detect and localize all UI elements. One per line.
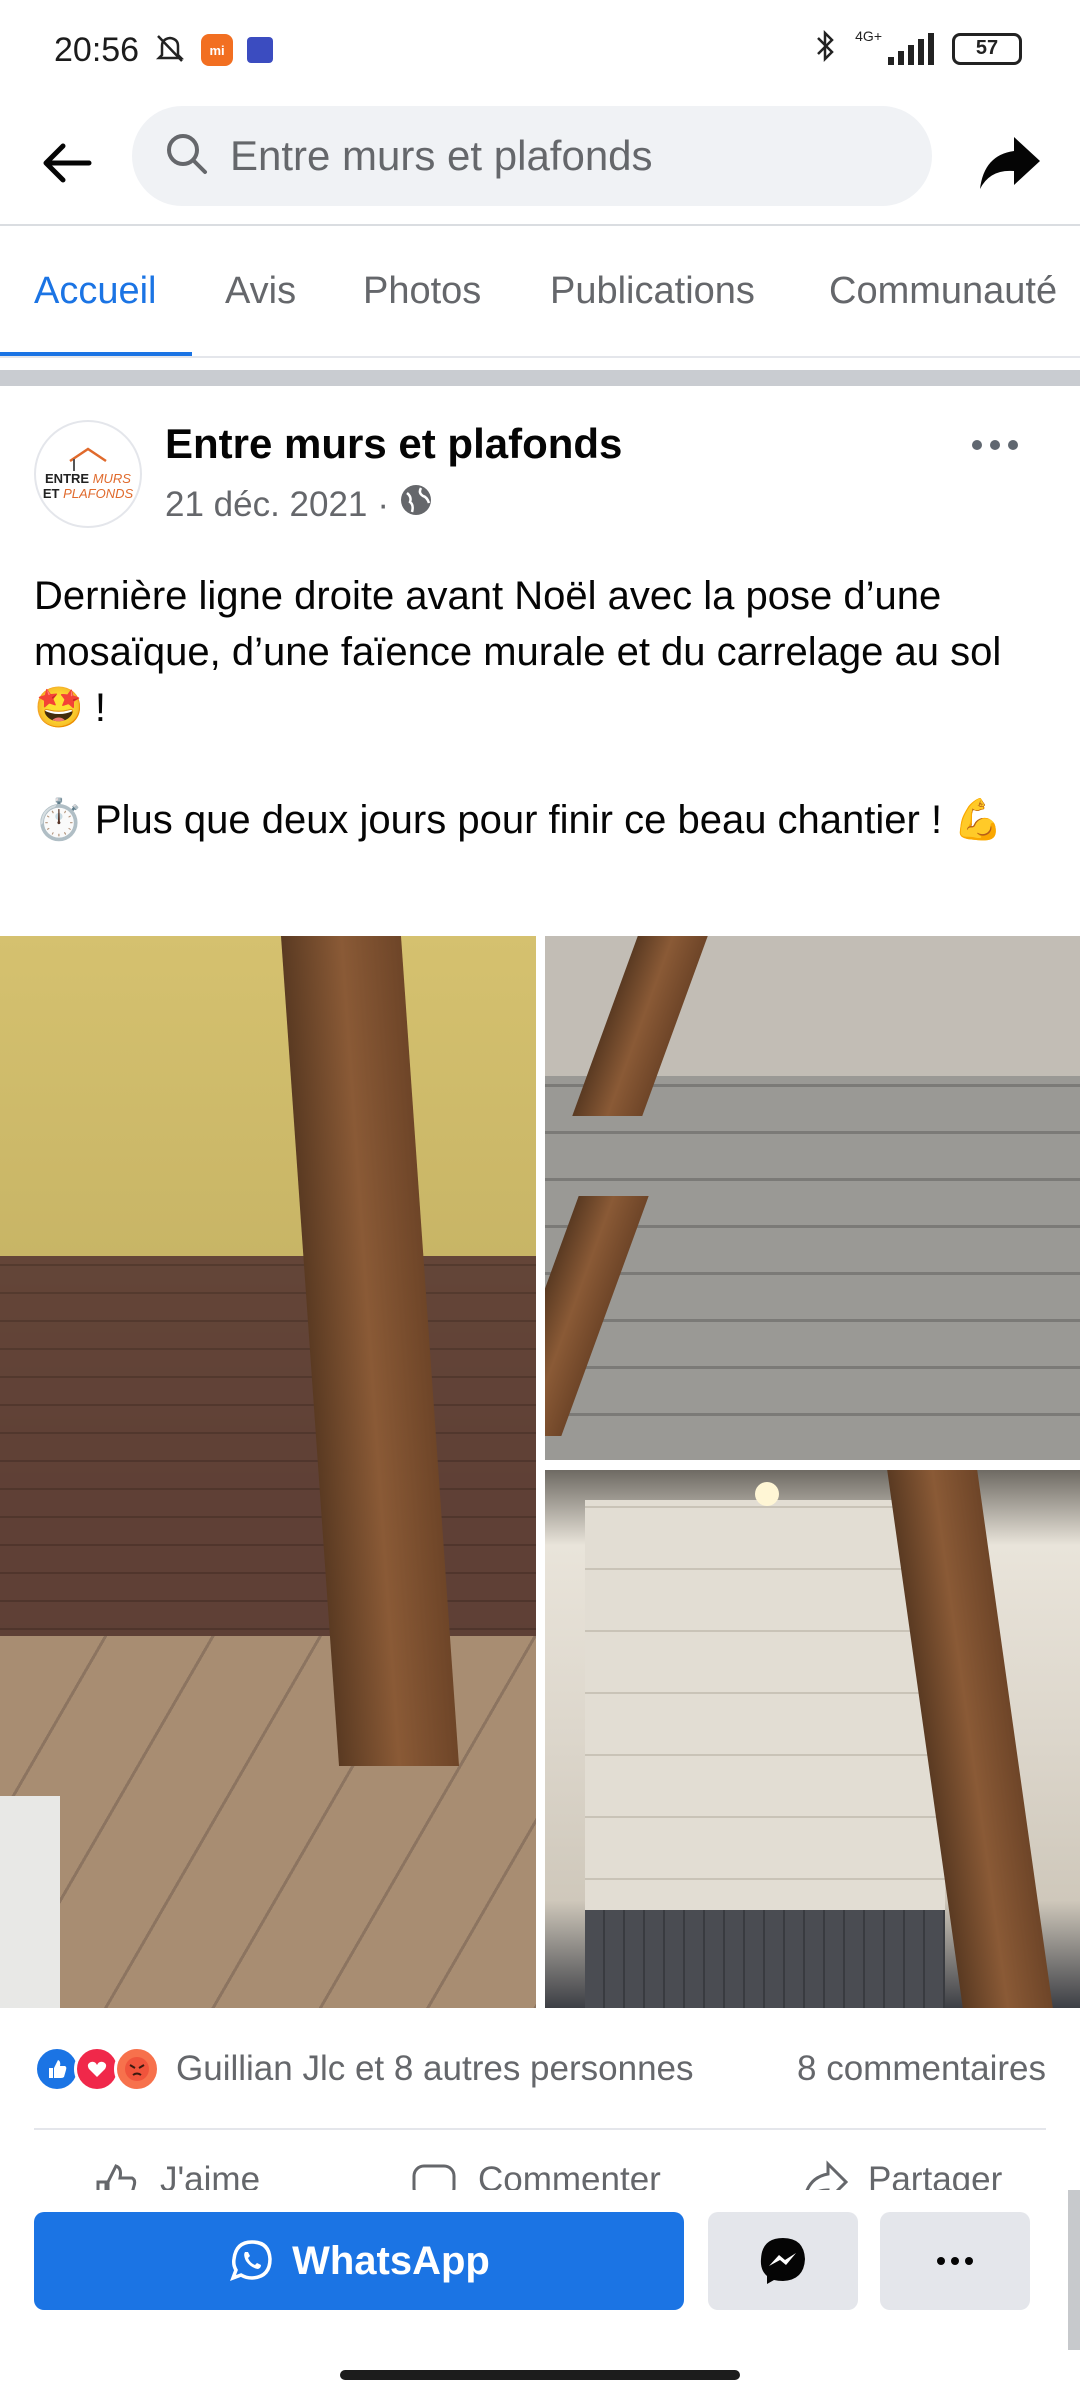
post-date[interactable]: 21 déc. 2021 bbox=[165, 485, 367, 525]
back-arrow-icon bbox=[43, 143, 92, 183]
share-icon bbox=[805, 2160, 848, 2190]
tab-accueil[interactable]: Accueil bbox=[34, 270, 157, 313]
reactions-summary[interactable]: Guillian Jlc et 8 autres personnes bbox=[34, 2042, 694, 2096]
messenger-button[interactable] bbox=[708, 2212, 858, 2310]
dot bbox=[972, 440, 982, 450]
house-logo-icon bbox=[69, 447, 107, 471]
avatar-logo-line2: ET PLAFONDS bbox=[42, 486, 134, 501]
like-icon bbox=[96, 2164, 137, 2190]
wood-tile-floor bbox=[0, 1636, 536, 2008]
angry-reaction-icon bbox=[114, 2046, 160, 2092]
home-indicator[interactable] bbox=[340, 2370, 740, 2380]
tab-photos[interactable]: Photos bbox=[363, 270, 481, 313]
search-text: Entre murs et plafonds bbox=[230, 132, 653, 179]
dot bbox=[937, 2257, 945, 2265]
mute-icon bbox=[153, 31, 187, 70]
post-paragraph-1: Dernière ligne droite avant Noël avec la… bbox=[34, 574, 1002, 730]
status-left-icons: mi bbox=[153, 31, 274, 70]
globe-icon bbox=[399, 483, 433, 526]
post-photo-shower-mosaic[interactable] bbox=[0, 936, 536, 2008]
dot bbox=[951, 2257, 959, 2265]
status-right: 4G+ 57 bbox=[815, 28, 1022, 69]
whatsapp-label: WhatsApp bbox=[292, 2238, 490, 2283]
like-button[interactable]: J'aime bbox=[92, 2160, 260, 2190]
back-button[interactable] bbox=[30, 126, 104, 200]
comments-count[interactable]: 8 commentaires bbox=[797, 2049, 1046, 2089]
tabs-divider bbox=[0, 356, 1080, 358]
avatar-logo-line1: ENTRE MURS bbox=[45, 471, 131, 486]
post-actions: J'aime Commenter Partager bbox=[0, 2150, 1080, 2190]
share-button[interactable]: Partager bbox=[800, 2160, 1002, 2190]
tab-publications[interactable]: Publications bbox=[550, 270, 755, 313]
whatsapp-icon bbox=[230, 2240, 272, 2281]
more-actions-button[interactable] bbox=[880, 2212, 1030, 2310]
post-photo-wall-faience[interactable] bbox=[545, 1470, 1080, 2008]
section-separator bbox=[0, 370, 1080, 386]
share-label: Partager bbox=[868, 2160, 1003, 2190]
tab-communaute[interactable]: Communauté bbox=[829, 270, 1057, 313]
comment-label: Commenter bbox=[478, 2160, 661, 2190]
post-options-button[interactable] bbox=[960, 425, 1030, 465]
page-tabs: Accueil Avis Photos Publications Communa… bbox=[0, 226, 1080, 358]
wall-area bbox=[0, 936, 536, 1256]
top-bar: Entre murs et plafonds bbox=[0, 104, 1080, 224]
actions-divider bbox=[34, 2128, 1046, 2130]
mosaic-shower-floor bbox=[585, 1910, 945, 2008]
post-paragraph-2: ⏱️ Plus que deux jours pour finir ce bea… bbox=[34, 798, 1004, 842]
status-bar: 20:56 mi 4G+ 57 bbox=[0, 0, 1080, 100]
tab-avis[interactable]: Avis bbox=[225, 270, 296, 313]
page-avatar[interactable]: ENTRE MURS ET PLAFONDS bbox=[34, 420, 142, 528]
dot bbox=[990, 440, 1000, 450]
dot bbox=[965, 2257, 973, 2265]
mi-app-icon: mi bbox=[201, 34, 234, 66]
signal-icon bbox=[888, 32, 934, 65]
reactions-text[interactable]: Guillian Jlc et 8 autres personnes bbox=[176, 2049, 694, 2089]
status-time: 20:56 bbox=[54, 30, 140, 69]
scrollbar[interactable] bbox=[1068, 2190, 1080, 2350]
post-meta: 21 déc. 2021 · bbox=[165, 483, 433, 526]
network-type: 4G+ bbox=[855, 28, 882, 44]
dot bbox=[1008, 440, 1018, 450]
like-label: J'aime bbox=[160, 2160, 261, 2190]
white-wall-tiles bbox=[585, 1500, 945, 1940]
bluetooth-icon bbox=[815, 28, 837, 69]
post-photo-floor-tiles[interactable] bbox=[545, 936, 1080, 1460]
door-frame bbox=[0, 1796, 60, 2008]
search-input[interactable]: Entre murs et plafonds bbox=[132, 106, 932, 206]
meta-separator: · bbox=[377, 484, 390, 524]
post-author-name[interactable]: Entre murs et plafonds bbox=[165, 420, 622, 468]
messenger-icon bbox=[760, 2238, 805, 2284]
mosaic-floor bbox=[0, 1256, 536, 1656]
comment-button[interactable]: Commenter bbox=[410, 2160, 661, 2190]
share-arrow-icon bbox=[980, 137, 1040, 189]
search-icon bbox=[164, 131, 210, 182]
battery-icon: 57 bbox=[952, 32, 1022, 65]
ceiling-light bbox=[755, 1482, 779, 1506]
post-text: Dernière ligne droite avant Noël avec la… bbox=[34, 568, 1054, 848]
flag-app-icon bbox=[247, 37, 274, 63]
bottom-action-bar: WhatsApp bbox=[0, 2190, 1080, 2360]
gray-tile-floor bbox=[545, 1076, 1080, 1460]
whatsapp-button[interactable]: WhatsApp bbox=[34, 2212, 684, 2310]
share-page-button[interactable] bbox=[972, 126, 1046, 200]
comment-icon bbox=[412, 2164, 456, 2190]
